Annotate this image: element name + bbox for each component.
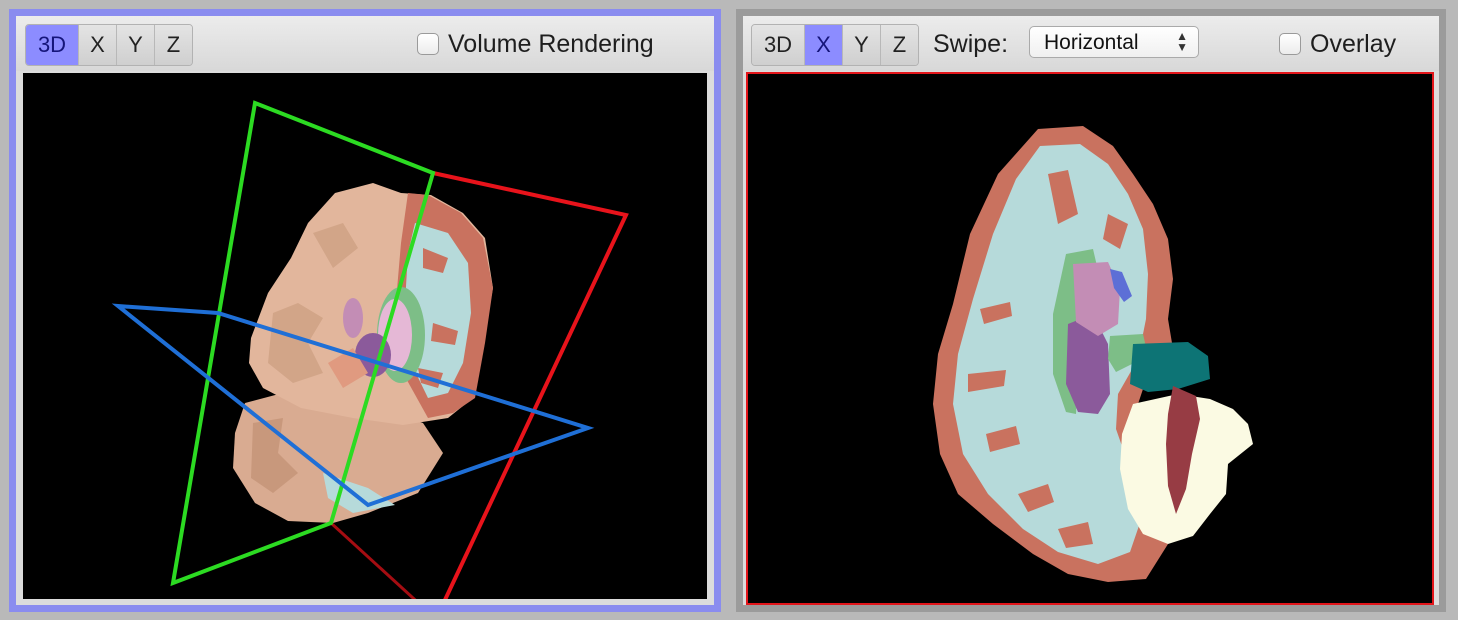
volume-rendering-toggle[interactable]: Volume Rendering [417, 29, 654, 58]
swipe-select[interactable]: Horizontal ▲ ▼ [1029, 26, 1199, 58]
view-z-button[interactable]: Z [155, 25, 192, 65]
slice-x-inner: 3D X Y Z Swipe: Horizontal ▲ ▼ Overlay [743, 16, 1439, 605]
view-mode-group-left: 3D X Y Z [25, 24, 193, 66]
view-3d-button[interactable]: 3D [752, 25, 805, 65]
overlay-label: Overlay [1310, 29, 1397, 58]
view-3d-button[interactable]: 3D [26, 25, 79, 65]
x-slice-image [933, 126, 1253, 582]
swipe-select-value: Horizontal [1044, 31, 1139, 54]
slice-x-panel: 3D X Y Z Swipe: Horizontal ▲ ▼ Overlay [736, 9, 1446, 612]
view-y-button[interactable]: Y [117, 25, 155, 65]
view-x-button[interactable]: X [805, 25, 843, 65]
3d-render-canvas[interactable] [23, 73, 707, 599]
overlay-toggle[interactable]: Overlay [1279, 29, 1397, 58]
overlay-checkbox[interactable] [1279, 33, 1301, 55]
view-mode-group-right: 3D X Y Z [751, 24, 919, 66]
volume-rendering-label: Volume Rendering [448, 29, 654, 58]
swipe-label: Swipe: [933, 30, 1009, 58]
view-y-button[interactable]: Y [843, 25, 881, 65]
brain-pallidum [343, 298, 363, 338]
x-plane-inner-edge [329, 521, 417, 599]
3d-render-scene [111, 100, 629, 599]
view-z-button[interactable]: Z [881, 25, 918, 65]
select-arrows-icon: ▲ ▼ [1176, 29, 1188, 54]
slice-x-toolbar: 3D X Y Z Swipe: Horizontal ▲ ▼ Overlay [743, 16, 1439, 71]
viewer-3d-panel: 3D X Y Z Volume Rendering [9, 9, 721, 612]
x-slice-canvas[interactable] [746, 72, 1434, 605]
viewer-3d-toolbar: 3D X Y Z Volume Rendering [16, 16, 714, 71]
slice-ventricle-teal [1130, 342, 1210, 392]
viewer-3d-inner: 3D X Y Z Volume Rendering [16, 16, 714, 605]
view-x-button[interactable]: X [79, 25, 117, 65]
volume-rendering-checkbox[interactable] [417, 33, 439, 55]
